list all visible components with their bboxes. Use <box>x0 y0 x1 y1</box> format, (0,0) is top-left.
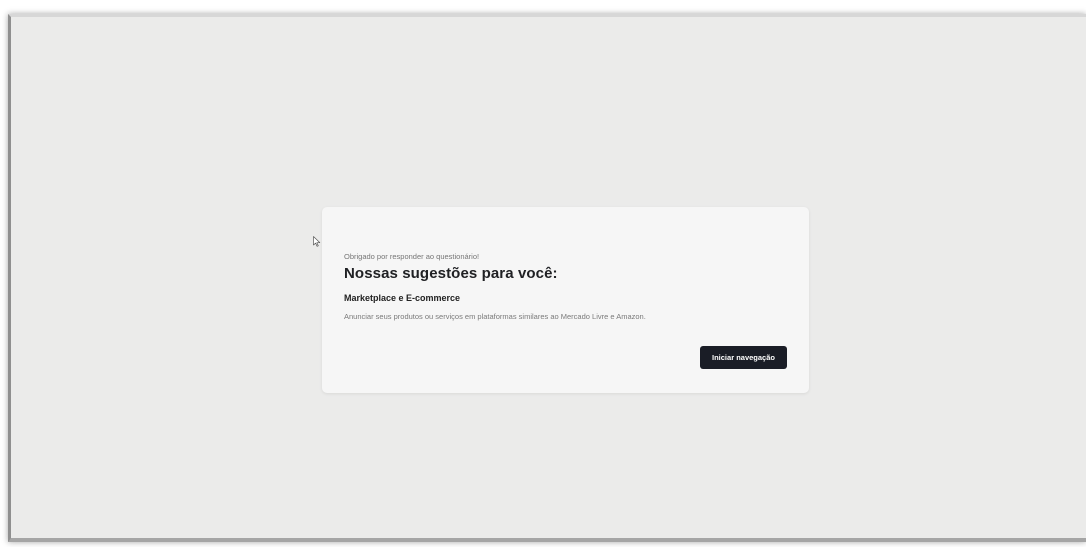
start-navigation-button[interactable]: Iniciar navegação <box>700 346 787 369</box>
thanks-message: Obrigado por responder ao questionário! <box>344 252 480 261</box>
suggestion-title: Marketplace e E-commerce <box>344 293 461 303</box>
suggestions-title: Nossas sugestões para você: <box>344 265 558 282</box>
app-viewport: Obrigado por responder ao questionário! … <box>8 14 1086 542</box>
suggestions-card: Obrigado por responder ao questionário! … <box>322 207 809 393</box>
suggestion-description: Anunciar seus produtos ou serviços em pl… <box>344 312 646 321</box>
mouse-pointer-icon <box>313 236 321 247</box>
